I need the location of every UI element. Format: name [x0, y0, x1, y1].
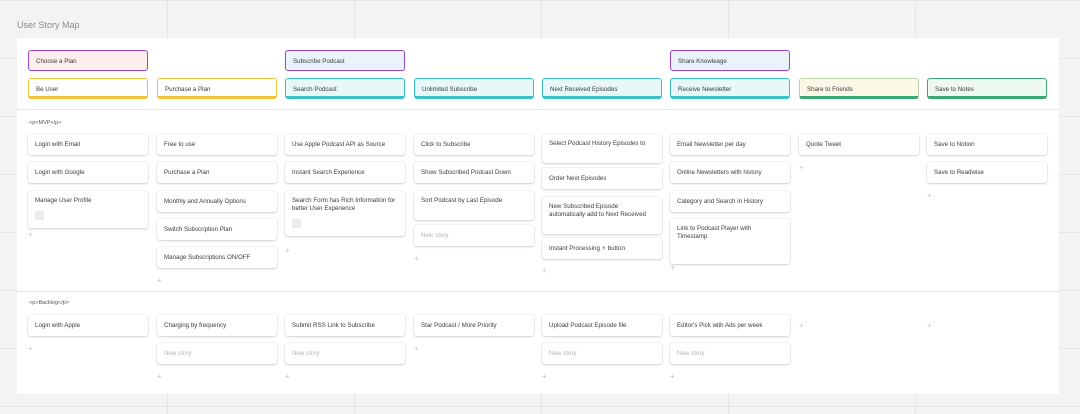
story-card[interactable]: Instant Processing ⚡ button: [542, 238, 662, 259]
activity-card[interactable]: Share Knowleage: [670, 50, 790, 71]
step-label: Save to Notes: [935, 85, 974, 93]
story-map-board: Choose a Plan Subscribe Podcast Share Kn…: [17, 38, 1059, 394]
story-card[interactable]: Manage Subscriptions ON/OFF: [157, 247, 277, 268]
story-card[interactable]: Login with Google: [28, 162, 148, 183]
add-story-icon[interactable]: +: [542, 267, 547, 275]
section-divider: [17, 291, 1059, 292]
attachment-icon: [35, 211, 44, 220]
attachment-icon: [292, 219, 301, 228]
story-card[interactable]: Star Podcast / More Priority: [414, 315, 534, 336]
story-card[interactable]: Instant Search Experience: [285, 162, 405, 183]
step-card[interactable]: Unlimited Subscribe: [414, 78, 534, 99]
add-story-icon[interactable]: +: [157, 373, 162, 381]
add-story-icon[interactable]: +: [542, 373, 547, 381]
activity-label: Share Knowleage: [678, 57, 727, 65]
add-story-icon[interactable]: +: [285, 373, 290, 381]
step-label: Next Received Episodes: [550, 85, 618, 93]
add-story-icon[interactable]: +: [414, 255, 419, 263]
story-card[interactable]: Editor's Pick with Ads per week: [670, 315, 790, 336]
step-label: Be User: [36, 85, 59, 93]
story-card[interactable]: Sort Podcast by Last Episode: [414, 191, 534, 220]
add-story-icon[interactable]: +: [670, 373, 675, 381]
story-card[interactable]: Online Newsletters with history: [670, 162, 790, 183]
story-card[interactable]: New Subscribed Episode automatically add…: [542, 197, 662, 234]
story-card[interactable]: Select Podcast History Episodes to: [542, 134, 662, 163]
add-story-icon[interactable]: +: [927, 192, 932, 200]
add-story-icon[interactable]: +: [927, 322, 932, 330]
new-story-placeholder[interactable]: New story: [542, 343, 662, 364]
story-card[interactable]: Charging by frequency: [157, 315, 277, 336]
step-label: Share to Friends: [807, 85, 853, 93]
add-story-icon[interactable]: +: [157, 277, 162, 285]
new-story-placeholder[interactable]: New story: [157, 343, 277, 364]
story-card[interactable]: Link to Podcast Player with Timestamp: [670, 219, 790, 264]
story-card[interactable]: Free to use: [157, 134, 277, 155]
step-label: Receive Newsletter: [678, 85, 732, 93]
story-card[interactable]: Save to Notion: [927, 134, 1047, 155]
step-card[interactable]: Receive Newsletter: [670, 78, 790, 99]
release-label-backlog: <p>Backlog</p>: [29, 300, 70, 306]
story-card[interactable]: Email Newsletter per day: [670, 134, 790, 155]
add-story-icon[interactable]: +: [285, 247, 290, 255]
story-card[interactable]: Monthly and Annually Options: [157, 191, 277, 212]
story-text: Manage User Profile: [35, 197, 92, 204]
step-card[interactable]: Share to Friends: [799, 78, 919, 99]
story-card[interactable]: Save to Readwise: [927, 162, 1047, 183]
story-card[interactable]: Login with Apple: [28, 315, 148, 336]
story-card[interactable]: Quote Tweet: [799, 134, 919, 155]
step-card[interactable]: Next Received Episodes: [542, 78, 662, 99]
story-card[interactable]: Show Subscribed Podcast Down: [414, 162, 534, 183]
add-story-icon[interactable]: +: [414, 345, 419, 353]
new-story-placeholder[interactable]: New story: [414, 225, 534, 246]
story-card[interactable]: Use Apple Podcast API as Source: [285, 134, 405, 155]
story-card[interactable]: Upload Podcast Episode file: [542, 315, 662, 336]
section-divider: [17, 109, 1059, 110]
activity-card[interactable]: Choose a Plan: [28, 50, 148, 71]
step-card[interactable]: Save to Notes: [927, 78, 1047, 99]
page-title: User Story Map: [17, 20, 80, 30]
story-card[interactable]: Order Next Episodes: [542, 168, 662, 189]
new-story-placeholder[interactable]: New story: [670, 343, 790, 364]
story-card[interactable]: Click to Subscribe: [414, 134, 534, 155]
step-card[interactable]: Search Podcast: [285, 78, 405, 99]
release-label-mvp: <p>MVP</p>: [29, 120, 62, 126]
story-card[interactable]: Category and Search in History: [670, 191, 790, 212]
story-text: Search Form has Rich Information for bet…: [292, 197, 396, 212]
step-label: Unlimited Subscribe: [422, 85, 478, 93]
activity-label: Choose a Plan: [36, 57, 77, 65]
step-card[interactable]: Be User: [28, 78, 148, 99]
story-card[interactable]: Submit RSS Link to Subscribe: [285, 315, 405, 336]
new-story-placeholder[interactable]: New story: [285, 343, 405, 364]
step-label: Purchase a Plan: [165, 85, 211, 93]
story-card[interactable]: Switch Subscription Plan: [157, 219, 277, 240]
story-card[interactable]: Purchase a Plan: [157, 162, 277, 183]
add-story-icon[interactable]: +: [670, 264, 675, 272]
add-story-icon[interactable]: +: [28, 345, 33, 353]
activity-card[interactable]: Subscribe Podcast: [285, 50, 405, 71]
add-story-icon[interactable]: +: [799, 322, 804, 330]
step-label: Search Podcast: [293, 85, 337, 93]
step-card[interactable]: Purchase a Plan: [157, 78, 277, 99]
story-card[interactable]: Manage User Profile: [28, 191, 148, 228]
add-story-icon[interactable]: +: [799, 164, 804, 172]
add-story-icon[interactable]: +: [28, 231, 33, 239]
story-card[interactable]: Search Form has Rich Information for bet…: [285, 191, 405, 236]
activity-label: Subscribe Podcast: [293, 57, 345, 65]
story-card[interactable]: Login with Email: [28, 134, 148, 155]
